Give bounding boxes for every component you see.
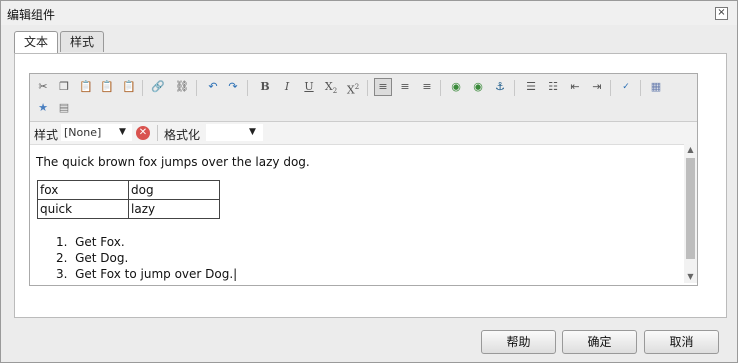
close-icon[interactable]: × xyxy=(715,7,728,20)
editor-scrollbar[interactable]: ▲ ▼ xyxy=(684,144,697,283)
toolbar-separator xyxy=(196,80,197,96)
scroll-thumb[interactable] xyxy=(686,158,695,259)
italic-icon[interactable]: I xyxy=(280,80,294,94)
link-icon[interactable]: 🔗 xyxy=(151,80,165,94)
toolbar-separator xyxy=(440,80,441,96)
format-label: 格式化 xyxy=(164,128,201,142)
table-cell[interactable]: lazy xyxy=(128,199,220,219)
toolbar-separator xyxy=(247,80,248,96)
align-center-icon[interactable]: ≡ xyxy=(398,80,412,94)
scroll-up-icon[interactable]: ▲ xyxy=(684,144,697,156)
tab-panel: ✂ ❐ 📋 📋 📋 🔗 ⛓ ↶ ↷ B I U X2 X2 ≡ ≡ ≡ ◉ ◉ … xyxy=(14,53,727,318)
paste-text-icon[interactable]: 📋 xyxy=(100,80,114,94)
outdent-icon[interactable]: ⇤ xyxy=(568,80,582,94)
table-row: fox dog xyxy=(37,180,220,200)
anchor-icon[interactable]: ⚓ xyxy=(493,80,507,94)
list-item: 3. Get Fox to jump over Dog.| xyxy=(56,267,238,281)
scroll-down-icon[interactable]: ▼ xyxy=(684,271,697,283)
clear-style-icon[interactable]: ✕ xyxy=(136,126,150,140)
table-icon[interactable]: ▦ xyxy=(649,80,663,94)
table-cell[interactable]: dog xyxy=(128,180,220,200)
subscript-icon[interactable]: X2 xyxy=(324,80,338,95)
toolbar-separator xyxy=(157,125,158,141)
editor-toolbar: ✂ ❐ 📋 📋 📋 🔗 ⛓ ↶ ↷ B I U X2 X2 ≡ ≡ ≡ ◉ ◉ … xyxy=(30,74,697,122)
table-cell[interactable]: fox xyxy=(37,180,129,200)
style-bar: 样式 [None] ▼ ✕ 格式化 ▼ xyxy=(30,122,697,145)
table-row: quick lazy xyxy=(37,199,220,219)
list-item: 1. Get Fox. xyxy=(56,235,125,249)
numbered-list-icon[interactable]: ☷ xyxy=(546,80,560,94)
dialog-titlebar[interactable]: 编辑组件 × xyxy=(1,1,737,25)
toolbar-separator xyxy=(367,80,368,96)
bold-icon[interactable]: B xyxy=(258,80,272,94)
cut-icon[interactable]: ✂ xyxy=(36,80,50,94)
table-cell[interactable]: quick xyxy=(37,199,129,219)
toolbar-separator xyxy=(610,80,611,96)
toolbar-separator xyxy=(640,80,641,96)
superscript-icon[interactable]: X2 xyxy=(346,80,360,97)
image-edit-icon[interactable]: ◉ xyxy=(471,80,485,94)
ok-button[interactable]: 确定 xyxy=(562,330,637,354)
unlink-icon[interactable]: ⛓ xyxy=(175,80,189,94)
toolbar-separator xyxy=(142,80,143,96)
align-right-icon[interactable]: ≡ xyxy=(420,80,434,94)
help-button[interactable]: 帮助 xyxy=(481,330,556,354)
ordered-list: 1. Get Fox. 2. Get Dog. 3. Get Fox to ju… xyxy=(56,234,237,282)
cancel-button[interactable]: 取消 xyxy=(644,330,719,354)
content-table: fox dog quick lazy xyxy=(37,180,220,219)
tab-style[interactable]: 样式 xyxy=(60,31,104,52)
image-icon[interactable]: ◉ xyxy=(449,80,463,94)
content-paragraph: The quick brown fox jumps over the lazy … xyxy=(36,155,310,169)
style-label: 样式 xyxy=(34,128,59,142)
copy-icon[interactable]: ❐ xyxy=(57,80,71,94)
chevron-down-icon[interactable]: ▼ xyxy=(119,124,126,141)
rich-text-editor: ✂ ❐ 📋 📋 📋 🔗 ⛓ ↶ ↷ B I U X2 X2 ≡ ≡ ≡ ◉ ◉ … xyxy=(29,73,698,286)
paste-icon[interactable]: 📋 xyxy=(79,80,93,94)
chevron-down-icon[interactable]: ▼ xyxy=(249,124,256,141)
undo-icon[interactable]: ↶ xyxy=(206,80,220,94)
spellcheck-icon[interactable]: ✓ xyxy=(619,80,633,94)
align-left-icon[interactable]: ≡ xyxy=(374,78,392,96)
bulleted-list-icon[interactable]: ☰ xyxy=(524,80,538,94)
list-item: 2. Get Dog. xyxy=(56,251,129,265)
underline-icon[interactable]: U xyxy=(302,80,316,94)
editor-content[interactable]: The quick brown fox jumps over the lazy … xyxy=(36,152,676,282)
tab-text[interactable]: 文本 xyxy=(14,31,58,54)
find-replace-icon[interactable]: ▤ xyxy=(57,101,71,115)
indent-icon[interactable]: ⇥ xyxy=(590,80,604,94)
paste-word-icon[interactable]: 📋 xyxy=(122,80,136,94)
redo-icon[interactable]: ↷ xyxy=(226,80,240,94)
toolbar-separator xyxy=(514,80,515,96)
special-char-icon[interactable]: ★ xyxy=(36,101,50,115)
edit-component-dialog: 编辑组件 × 文本 样式 ✂ ❐ 📋 📋 📋 🔗 ⛓ ↶ ↷ B I U X2 … xyxy=(0,0,738,363)
dialog-title: 编辑组件 xyxy=(7,8,56,22)
